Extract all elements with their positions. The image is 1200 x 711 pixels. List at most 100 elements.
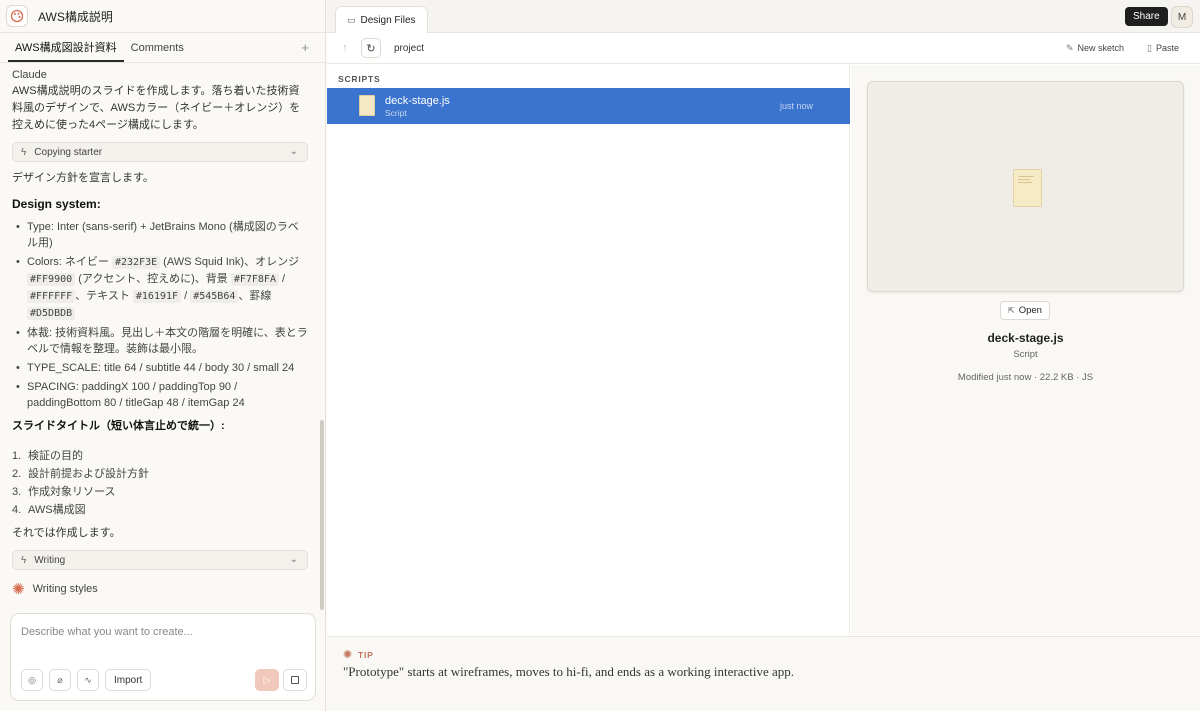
color-code-text1: #16191F	[132, 290, 182, 303]
list-item: 3. 作成対象リソース	[12, 483, 308, 501]
voice-icon[interactable]: ∿	[77, 669, 99, 691]
message-intro: AWS構成説明のスライドを作成します。落ち着いた技術資料風のデザインで、AWSカ…	[12, 85, 301, 131]
slide-title: 設計前提および設計方針	[28, 468, 149, 480]
chat-panel: AWS構成説明 AWS構成図設計資料 Comments + Claude AWS…	[0, 0, 326, 711]
prompt-input[interactable]: Describe what you want to create...	[21, 626, 193, 638]
list-item: 4. AWS構成図	[12, 501, 308, 519]
files-toolbar: ↑ ↻ project ✎ New sketch ▯ Paste	[327, 33, 1200, 64]
tab-label: Design Files	[360, 15, 416, 26]
share-button[interactable]: Share	[1125, 7, 1168, 26]
design-system-heading: Design system:	[12, 197, 101, 211]
colors-text: /	[278, 273, 286, 285]
color-code-bg2: #FFFFFF	[27, 290, 76, 303]
composer: Describe what you want to create... ◎ ⌀ …	[10, 613, 316, 701]
chat-messages: Claude AWS構成説明のスライドを作成します。落ち着いた技術資料風のデザイ…	[0, 64, 320, 609]
send-icon[interactable]: ▷	[255, 669, 279, 691]
new-sketch-label: New sketch	[1077, 43, 1125, 53]
tool-call-writing[interactable]: ϟ Writing ⌄	[12, 550, 308, 570]
attach-icon[interactable]: ⌀	[49, 669, 71, 691]
clipboard-icon: ▯	[1147, 43, 1152, 53]
colors-text: 、テキスト	[75, 290, 133, 302]
bolt-icon: ϟ	[21, 554, 27, 566]
color-code-rule: #D5DBDB	[27, 307, 76, 320]
color-code-navy: #232F3E	[111, 256, 161, 269]
file-list: SCRIPTS deck-stage.js Script just now	[327, 65, 850, 635]
external-link-icon: ⇱	[1008, 306, 1015, 315]
chevron-down-icon: ⌄	[289, 146, 298, 157]
message-closing: それでは作成します。	[12, 527, 121, 539]
writing-styles-indicator: ✺ Writing styles	[12, 580, 308, 598]
tool-call-label: Copying starter	[34, 146, 103, 158]
list-number: 4.	[12, 504, 22, 516]
import-button[interactable]: Import	[105, 669, 152, 691]
file-icon	[1013, 169, 1042, 207]
palette-icon[interactable]	[6, 5, 28, 27]
file-row-selected[interactable]: deck-stage.js Script just now	[327, 88, 850, 124]
chevron-down-icon: ⌄	[289, 554, 298, 565]
color-code-orange: #FF9900	[27, 273, 76, 286]
preview-thumbnail	[867, 81, 1184, 292]
design-system-list: Type: Inter (sans-serif) + JetBrains Mon…	[12, 219, 308, 411]
breadcrumb[interactable]: project	[394, 43, 424, 54]
add-tab-button[interactable]: +	[301, 40, 309, 55]
tab-design-files[interactable]: ▭ Design Files	[335, 6, 428, 34]
message-declare: デザイン方針を宣言します。	[12, 172, 154, 184]
files-panel: ▭ Design Files Share M ↑ ↻ project ✎ New …	[327, 0, 1200, 711]
writing-styles-label: Writing styles	[32, 583, 98, 595]
project-header: AWS構成説明	[0, 0, 325, 33]
tool-call-label: Writing	[34, 554, 66, 566]
list-item: 1. 検証の目的	[12, 447, 308, 465]
list-item-spacing: SPACING: paddingX 100 / paddingTop 90 / …	[16, 379, 308, 411]
slide-title: 作成対象リソース	[28, 486, 116, 498]
settings-icon[interactable]: ◎	[21, 669, 43, 691]
tip-text: "Prototype" starts at wireframes, moves …	[343, 664, 795, 679]
slide-title-list: 1. 検証の目的 2. 設計前提および設計方針 3. 作成対象リソース 4. AWS構成…	[12, 447, 308, 519]
file-icon	[359, 95, 375, 116]
slide-title: 検証の目的	[28, 450, 83, 462]
file-preview: ⇱ Open deck-stage.js Script Modified just…	[851, 65, 1200, 635]
bolt-icon: ϟ	[21, 146, 27, 158]
pencil-icon: ✎	[1066, 43, 1074, 53]
message-sender: Claude	[12, 69, 47, 81]
slide-title: AWS構成図	[28, 504, 86, 516]
files-tabbar: ▭ Design Files Share M	[327, 0, 1200, 34]
up-arrow-icon[interactable]: ↑	[335, 38, 355, 58]
file-time: just now	[779, 101, 813, 111]
section-header: SCRIPTS	[338, 74, 381, 84]
avatar[interactable]: M	[1171, 6, 1193, 28]
project-title: AWS構成説明	[38, 9, 113, 24]
list-item-style: 体裁: 技術資料風。見出し＋本文の階層を明確に、表とラベルで情報を整理。装飾は最…	[16, 325, 308, 357]
file-type: Script	[385, 108, 407, 118]
color-code-text2: #545B64	[190, 290, 239, 303]
preview-file-type: Script	[1013, 349, 1038, 360]
tip-header: ✺ TIP	[343, 648, 374, 661]
colors-text: 、罫線	[238, 290, 272, 302]
colors-text: Colors: ネイビー	[27, 256, 112, 268]
paste-label: Paste	[1155, 43, 1179, 53]
tip-bar: ✺ TIP "Prototype" starts at wireframes, m…	[327, 636, 1200, 711]
chat-scrollbar[interactable]	[320, 420, 324, 610]
colors-text: (アクセント、控えめに)、背景	[75, 273, 231, 285]
list-item-type: Type: Inter (sans-serif) + JetBrains Mon…	[16, 219, 308, 251]
list-number: 2.	[12, 468, 22, 480]
open-button[interactable]: ⇱ Open	[1000, 301, 1050, 320]
file-name: deck-stage.js	[385, 95, 450, 107]
reload-icon[interactable]: ↻	[361, 38, 381, 58]
left-tabs: AWS構成図設計資料 Comments +	[0, 33, 325, 63]
list-item-type-scale: TYPE_SCALE: title 64 / subtitle 44 / bod…	[16, 360, 308, 376]
tab-design-doc[interactable]: AWS構成図設計資料	[8, 33, 124, 62]
slide-titles-heading: スライドタイトル（短い体言止めで統一）:	[12, 420, 225, 432]
tab-comments[interactable]: Comments	[124, 33, 191, 62]
spark-icon: ✺	[12, 581, 25, 598]
preview-file-meta: Modified just now · 22.2 KB · JS	[957, 372, 1094, 383]
new-sketch-button[interactable]: ✎ New sketch	[1066, 43, 1124, 54]
stop-icon[interactable]	[283, 669, 307, 691]
paste-button[interactable]: ▯ Paste	[1147, 43, 1179, 54]
list-number: 3.	[12, 486, 22, 498]
spark-icon: ✺	[343, 649, 354, 661]
tip-label: TIP	[358, 649, 374, 660]
list-item-colors: Colors: ネイビー #232F3E (AWS Squid Ink)、オレン…	[16, 254, 308, 322]
folder-icon: ▭	[347, 15, 356, 25]
color-code-bg1: #F7F8FA	[230, 273, 279, 286]
tool-call-copying-starter[interactable]: ϟ Copying starter ⌄	[12, 142, 308, 162]
